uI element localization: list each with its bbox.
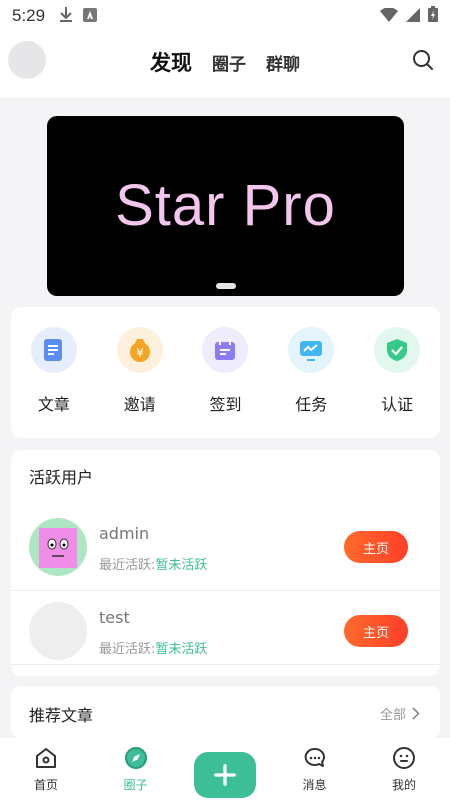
action-verify[interactable]: 认证 xyxy=(362,327,432,438)
action-label: 认证 xyxy=(381,395,414,414)
list-item[interactable]: admin 最近活跃:暂未活跃 主页 xyxy=(11,506,440,590)
tab-circles[interactable]: 圈子 xyxy=(212,50,246,75)
last-active-status: 暂未活跃 xyxy=(155,558,208,573)
view-all-link[interactable]: 全部 xyxy=(380,704,420,723)
battery-icon xyxy=(428,6,438,26)
action-checkin[interactable]: 签到 xyxy=(190,327,260,438)
avatar xyxy=(29,602,87,660)
section-title: 活跃用户 xyxy=(29,468,94,487)
last-active-status: 暂未活跃 xyxy=(155,642,208,657)
profile-button[interactable]: 主页 xyxy=(344,531,408,563)
invite-icon: ¥ xyxy=(116,327,163,373)
action-invite[interactable]: ¥ 邀请 xyxy=(105,327,175,438)
action-label: 任务 xyxy=(295,395,328,414)
nav-profile[interactable]: 我的 xyxy=(364,738,444,800)
message-icon xyxy=(304,747,325,767)
task-icon xyxy=(288,327,335,373)
nav-label: 圈子 xyxy=(123,778,148,792)
banner[interactable]: Star Pro xyxy=(47,116,404,296)
tab-group-chat[interactable]: 群聊 xyxy=(266,50,300,75)
app-notification-icon xyxy=(83,7,98,26)
home-icon xyxy=(36,748,56,768)
banner-title: Star Pro xyxy=(115,173,336,238)
divider xyxy=(11,664,440,665)
verify-icon xyxy=(374,327,421,373)
user-name: test xyxy=(99,608,130,627)
active-users-card: 活跃用户 admin 最近活跃:暂未活跃 主页 test 最近活跃:暂未活跃 主… xyxy=(11,450,440,676)
status-time: 5:29 xyxy=(12,6,46,25)
top-tabs: 发现 圈子 群聊 xyxy=(0,32,450,92)
banner-indicator xyxy=(216,283,236,289)
nav-messages[interactable]: 消息 xyxy=(275,738,355,800)
nav-create[interactable] xyxy=(185,738,265,800)
nav-label: 首页 xyxy=(33,778,58,792)
nav-label: 消息 xyxy=(302,778,327,792)
svg-text:¥: ¥ xyxy=(136,346,144,360)
bottom-nav: 首页 圈子 消息 我的 xyxy=(0,738,450,800)
top-header: 发现 圈子 群聊 xyxy=(0,32,450,98)
avatar xyxy=(29,518,87,576)
action-label: 邀请 xyxy=(123,395,156,414)
search-icon[interactable] xyxy=(412,49,434,71)
action-label: 文章 xyxy=(37,395,70,414)
user-last-active: 最近活跃:暂未活跃 xyxy=(99,638,207,657)
status-bar: 5:29 xyxy=(0,0,450,32)
wifi-icon xyxy=(380,6,398,26)
plus-icon xyxy=(194,752,256,798)
profile-icon xyxy=(393,747,415,769)
user-last-active: 最近活跃:暂未活跃 xyxy=(99,554,207,573)
recommended-articles-card: 推荐文章 全部 xyxy=(11,686,440,738)
section-title: 推荐文章 xyxy=(29,706,94,725)
quick-actions-card: 文章 ¥ 邀请 签到 任务 认证 xyxy=(11,307,440,438)
article-icon xyxy=(30,327,77,373)
view-all-label: 全部 xyxy=(379,708,406,723)
download-icon xyxy=(59,6,73,26)
signal-icon xyxy=(406,7,420,26)
action-article[interactable]: 文章 xyxy=(19,327,89,438)
nav-home[interactable]: 首页 xyxy=(6,738,86,800)
chevron-right-icon xyxy=(412,707,420,720)
compass-icon xyxy=(124,747,147,769)
nav-circles[interactable]: 圈子 xyxy=(96,738,176,800)
profile-button[interactable]: 主页 xyxy=(344,615,408,647)
nav-label: 我的 xyxy=(391,778,416,792)
list-item[interactable]: test 最近活跃:暂未活跃 主页 xyxy=(11,590,440,674)
last-active-label: 最近活跃: xyxy=(99,642,156,657)
action-task[interactable]: 任务 xyxy=(276,327,346,438)
last-active-label: 最近活跃: xyxy=(99,558,156,573)
checkin-icon xyxy=(202,327,249,373)
user-name: admin xyxy=(99,524,150,543)
tab-discover[interactable]: 发现 xyxy=(150,47,192,77)
action-label: 签到 xyxy=(209,395,242,414)
